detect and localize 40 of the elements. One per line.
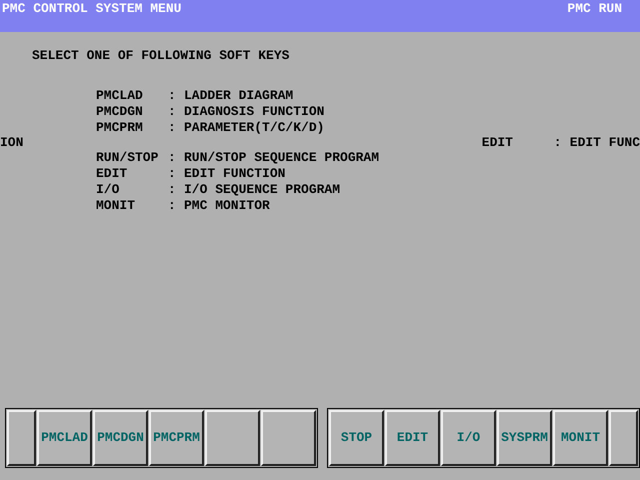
- window-title: PMC CONTROL SYSTEM MENU: [2, 1, 182, 17]
- separator-colon: :: [168, 88, 177, 104]
- soft-key[interactable]: [261, 410, 316, 466]
- soft-key[interactable]: [7, 410, 36, 466]
- menu-key: I/O: [96, 182, 168, 198]
- soft-key[interactable]: STOP: [329, 410, 384, 466]
- menu-description: PARAMETER(T/C/K/D): [184, 120, 324, 136]
- separator-colon: :: [168, 198, 177, 214]
- menu-description: EDIT FUNCTION: [184, 166, 286, 182]
- menu-description: LADDER DIAGRAM: [184, 88, 294, 104]
- separator-colon: :: [168, 150, 177, 166]
- ghost-description: EDIT FUNC: [570, 136, 640, 150]
- menu-key: PMCDGN: [96, 104, 168, 120]
- soft-key[interactable]: SYSPRM: [497, 410, 552, 466]
- soft-key[interactable]: [205, 410, 260, 466]
- ghost-key: EDIT: [482, 136, 554, 150]
- separator-colon: :: [168, 166, 177, 182]
- separator-colon: :: [168, 104, 177, 120]
- run-status: PMC RUN: [567, 1, 623, 17]
- menu-key: MONIT: [96, 198, 168, 214]
- menu-description: DIAGNOSIS FUNCTION: [184, 104, 324, 120]
- separator-colon: :: [168, 182, 177, 198]
- separator-colon: :: [168, 120, 177, 136]
- menu-description: RUN/STOP SEQUENCE PROGRAM: [184, 150, 380, 166]
- menu-key: PMCLAD: [96, 88, 168, 104]
- menu-description: PMC MONITOR: [184, 198, 270, 214]
- prompt-text: SELECT ONE OF FOLLOWING SOFT KEYS: [31, 48, 290, 64]
- soft-key[interactable]: I/O: [441, 410, 496, 466]
- soft-key[interactable]: PMCLAD: [37, 410, 92, 466]
- soft-key[interactable]: PMCDGN: [93, 410, 148, 466]
- menu-key: EDIT: [96, 166, 168, 182]
- soft-key[interactable]: MONIT: [553, 410, 608, 466]
- menu-key: PMCPRM: [96, 120, 168, 136]
- menu-key: RUN/STOP: [96, 150, 168, 166]
- soft-key[interactable]: [609, 410, 638, 466]
- soft-key[interactable]: EDIT: [385, 410, 440, 466]
- ghost-text: ION: [0, 136, 24, 150]
- menu-description: I/O SEQUENCE PROGRAM: [184, 182, 340, 198]
- ghost-colon: :: [554, 136, 563, 150]
- soft-key[interactable]: PMCPRM: [149, 410, 204, 466]
